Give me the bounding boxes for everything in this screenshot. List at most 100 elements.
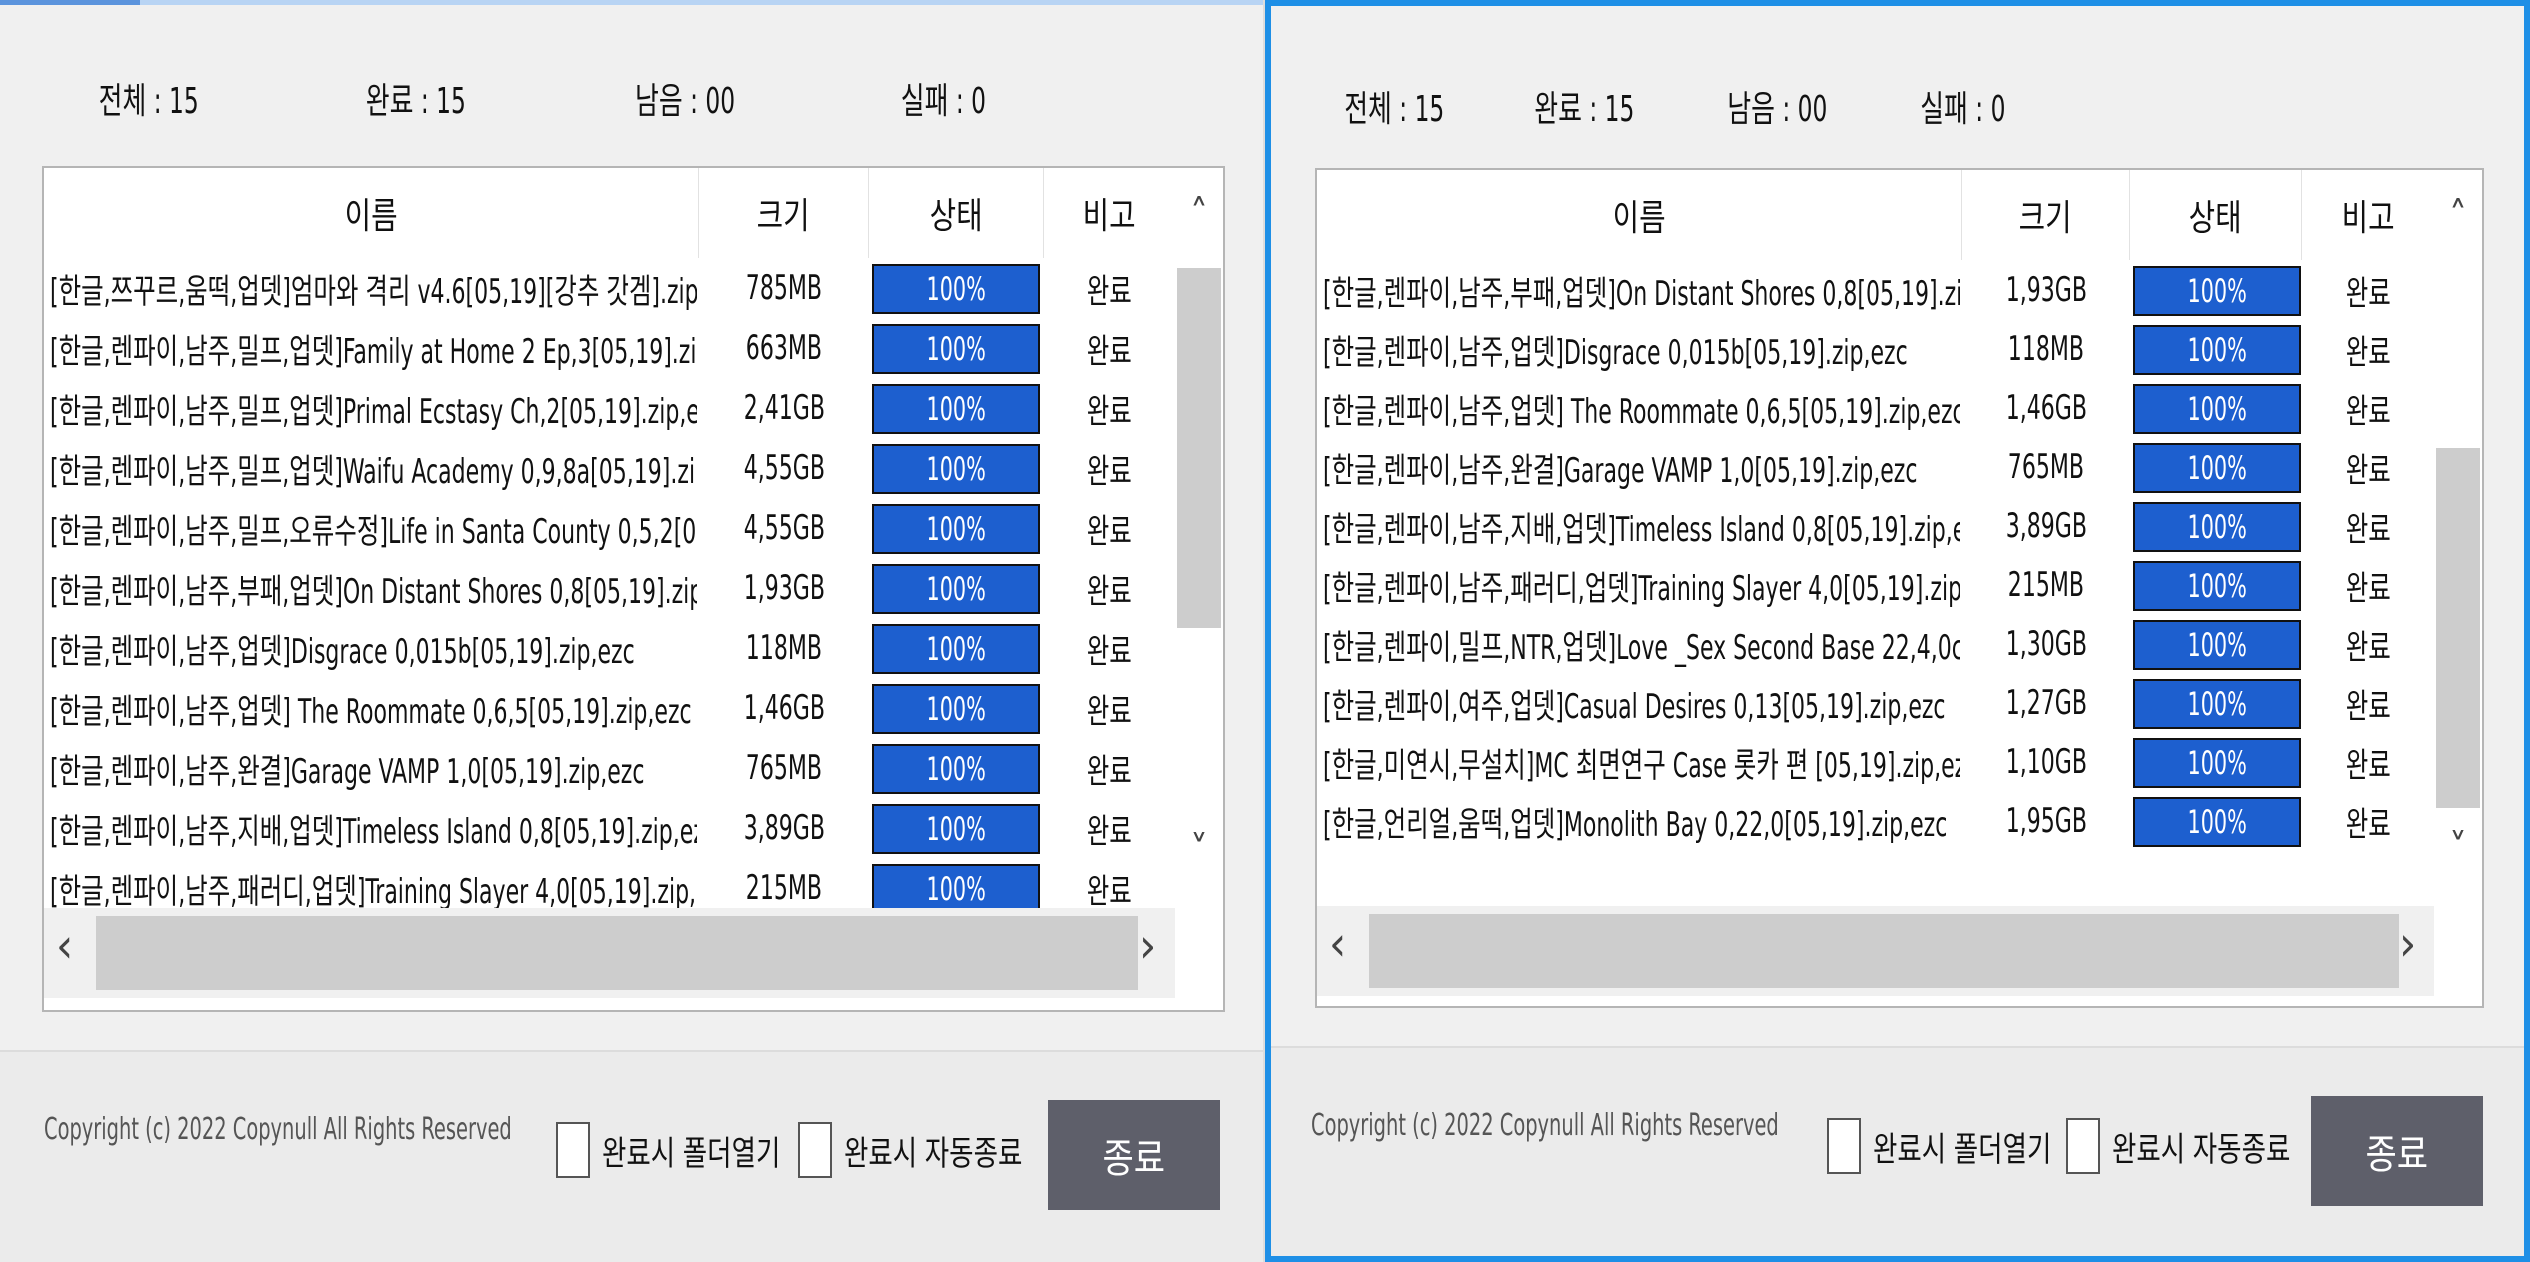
file-name: [한글,렌파이,남주,밀프,업뎃]Family at Home 2 Ep,3[0… (50, 331, 697, 372)
file-size: 118MB (745, 628, 823, 668)
list-item[interactable]: [한글,렌파이,밀프,NTR,업뎃]Love _Sex Second Base … (1317, 614, 2434, 674)
stat-total: 전체15 (99, 72, 199, 124)
progress-bar: 100% (2133, 679, 2301, 729)
status-note: 완료 (2345, 450, 2391, 491)
column-header-note[interactable]: 비고 (2302, 170, 2434, 260)
list-item[interactable]: [한글,렌파이,남주,밀프,업뎃]Waifu Academy 0,9,8a[05… (44, 438, 1174, 498)
horizontal-scroll-thumb[interactable] (1369, 914, 2399, 988)
scroll-left-icon[interactable]: ‹ (56, 918, 73, 974)
file-name: [한글,렌파이,남주,부패,업뎃]On Distant Shores 0,8[0… (50, 571, 697, 612)
vertical-scroll-thumb[interactable] (1177, 268, 1221, 628)
column-header-size[interactable]: 크기 (699, 168, 869, 258)
stat-failed: 실패0 (901, 72, 986, 124)
open-folder-checkbox[interactable] (1827, 1118, 1861, 1174)
status-note: 완료 (1086, 811, 1132, 852)
list-item[interactable]: [한글,렌파이,남주,밀프,오류수정]Life in Santa County … (44, 498, 1174, 558)
vertical-scroll-thumb[interactable] (2436, 448, 2480, 808)
stat-remaining: 남음00 (1727, 80, 1827, 132)
progress-bar: 100% (872, 684, 1040, 734)
status-note: 완료 (1086, 751, 1132, 792)
download-list: 이름 크기 상태 비고 [한글,렌파이,남주,부패,업뎃]On Distant … (1315, 168, 2484, 1008)
status-note: 완료 (2345, 391, 2391, 432)
status-note: 완료 (1086, 331, 1132, 372)
list-item[interactable]: [한글,렌파이,남주,업뎃] The Roommate 0,6,5[05,19]… (1317, 378, 2434, 438)
file-name: [한글,렌파이,밀프,NTR,업뎃]Love _Sex Second Base … (1323, 627, 1960, 668)
file-size: 4,55GB (743, 508, 825, 548)
file-size: 1,95GB (2005, 801, 2087, 841)
list-item[interactable]: [한글,렌파이,남주,업뎃] The Roommate 0,6,5[05,19]… (44, 678, 1174, 738)
list-item[interactable]: [한글,렌파이,남주,지배,업뎃]Timeless Island 0,8[05,… (1317, 496, 2434, 556)
scroll-down-icon[interactable]: ˅ (1175, 828, 1223, 874)
stats-bar: 전체15 완료15 남음00 실패0 (0, 72, 986, 132)
file-name: [한글,언리얼,움떡,업뎃]Monolith Bay 0,22,0[05,19]… (1323, 804, 1948, 845)
file-size: 3,89GB (2005, 506, 2087, 546)
list-item[interactable]: [한글,렌파이,남주,밀프,업뎃]Family at Home 2 Ep,3[0… (44, 318, 1174, 378)
progress-bar: 100% (872, 264, 1040, 314)
list-item[interactable]: [한글,렌파이,남주,밀프,업뎃]Primal Ecstasy Ch,2[05,… (44, 378, 1174, 438)
list-item[interactable]: [한글,렌파이,남주,업뎃]Disgrace 0,015b[05,19].zip… (44, 618, 1174, 678)
scroll-left-icon[interactable]: ‹ (1329, 916, 1346, 972)
file-size: 215MB (2007, 565, 2085, 605)
stat-done: 완료15 (366, 72, 466, 124)
list-item[interactable]: [한글,렌파이,남주,부패,업뎃]On Distant Shores 0,8[0… (1317, 260, 2434, 320)
auto-exit-checkbox[interactable] (798, 1122, 832, 1178)
file-name: [한글,렌파이,남주,업뎃]Disgrace 0,015b[05,19].zip… (1323, 332, 1908, 373)
list-item[interactable]: [한글,렌파이,남주,패러디,업뎃]Training Slayer 4,0[05… (1317, 555, 2434, 615)
progress-bar: 100% (2133, 620, 2301, 670)
auto-exit-checkbox[interactable] (2066, 1118, 2100, 1174)
column-header-status[interactable]: 상태 (869, 168, 1044, 258)
stat-done: 완료15 (1534, 80, 1634, 132)
scroll-right-icon[interactable]: › (2399, 916, 2416, 972)
list-item[interactable]: [한글,렌파이,남주,부패,업뎃]On Distant Shores 0,8[0… (44, 558, 1174, 618)
progress-bar: 100% (872, 504, 1040, 554)
column-header-name[interactable]: 이름 (1317, 170, 1962, 260)
scroll-up-icon[interactable]: ˄ (2434, 194, 2482, 240)
status-note: 완료 (1086, 391, 1132, 432)
file-size: 765MB (2007, 447, 2085, 487)
close-button[interactable]: 종료 (2311, 1096, 2483, 1206)
column-header-size[interactable]: 크기 (1962, 170, 2130, 260)
file-name: [한글,렌파이,남주,완결]Garage VAMP 1,0[05,19].zip… (50, 751, 645, 792)
vertical-scrollbar[interactable]: ˄ ˅ (2434, 170, 2482, 906)
scroll-up-icon[interactable]: ˄ (1175, 192, 1223, 238)
status-note: 완료 (2345, 686, 2391, 727)
file-name: [한글,렌파이,남주,밀프,업뎃]Waifu Academy 0,9,8a[05… (50, 451, 697, 492)
status-note: 완료 (1086, 691, 1132, 732)
file-name: [한글,렌파이,남주,패러디,업뎃]Training Slayer 4,0[05… (1323, 568, 1960, 609)
column-header-name[interactable]: 이름 (44, 168, 699, 258)
list-item[interactable]: [한글,렌파이,여주,업뎃]Casual Desires 0,13[05,19]… (1317, 673, 2434, 733)
auto-exit-option[interactable]: 완료시 자동종료 (2066, 1118, 2341, 1174)
file-size: 1,93GB (743, 568, 825, 608)
scroll-right-icon[interactable]: › (1139, 918, 1156, 974)
status-note: 완료 (2345, 627, 2391, 668)
list-item[interactable]: [한글,언리얼,움떡,업뎃]Monolith Bay 0,22,0[05,19]… (1317, 791, 2434, 851)
open-folder-option[interactable]: 완료시 폴더열기 (1827, 1118, 2102, 1174)
progress-bar: 100% (872, 444, 1040, 494)
scroll-down-icon[interactable]: ˅ (2434, 826, 2482, 872)
list-item[interactable]: [한글,렌파이,남주,업뎃]Disgrace 0,015b[05,19].zip… (1317, 319, 2434, 379)
stats-bar: 전체15 완료15 남음00 실패0 (1271, 80, 2171, 140)
close-button[interactable]: 종료 (1048, 1100, 1220, 1210)
horizontal-scrollbar[interactable]: ‹ › (44, 908, 1175, 998)
progress-bar: 100% (872, 744, 1040, 794)
list-item[interactable]: [한글,쯔꾸르,움떡,업뎃]엄마와 격리 v4.6[05,19][강추 갓겜].… (44, 258, 1174, 318)
file-size: 3,89GB (743, 808, 825, 848)
status-note: 완료 (2345, 745, 2391, 786)
horizontal-scroll-thumb[interactable] (96, 916, 1138, 990)
auto-exit-option[interactable]: 완료시 자동종료 (798, 1122, 1073, 1178)
list-item[interactable]: [한글,렌파이,남주,완결]Garage VAMP 1,0[05,19].zip… (44, 738, 1174, 798)
file-name: [한글,렌파이,남주,지배,업뎃]Timeless Island 0,8[05,… (50, 811, 697, 852)
open-folder-option[interactable]: 완료시 폴더열기 (556, 1122, 831, 1178)
column-header-status[interactable]: 상태 (2130, 170, 2302, 260)
status-note: 완료 (1086, 631, 1132, 672)
column-header-note[interactable]: 비고 (1044, 168, 1174, 258)
open-folder-checkbox[interactable] (556, 1122, 590, 1178)
list-item[interactable]: [한글,미연시,무설치]MC 최면연구 Case 롯카 편 [05,19].zi… (1317, 732, 2434, 792)
horizontal-scrollbar[interactable]: ‹ › (1317, 906, 2434, 996)
status-note: 완료 (2345, 509, 2391, 550)
file-size: 1,46GB (2005, 388, 2087, 428)
list-item[interactable]: [한글,렌파이,남주,지배,업뎃]Timeless Island 0,8[05,… (44, 798, 1174, 858)
file-name: [한글,렌파이,남주,업뎃] The Roommate 0,6,5[05,19]… (1323, 391, 1960, 432)
list-item[interactable]: [한글,렌파이,남주,완결]Garage VAMP 1,0[05,19].zip… (1317, 437, 2434, 497)
vertical-scrollbar[interactable]: ˄ ˅ (1175, 168, 1223, 928)
